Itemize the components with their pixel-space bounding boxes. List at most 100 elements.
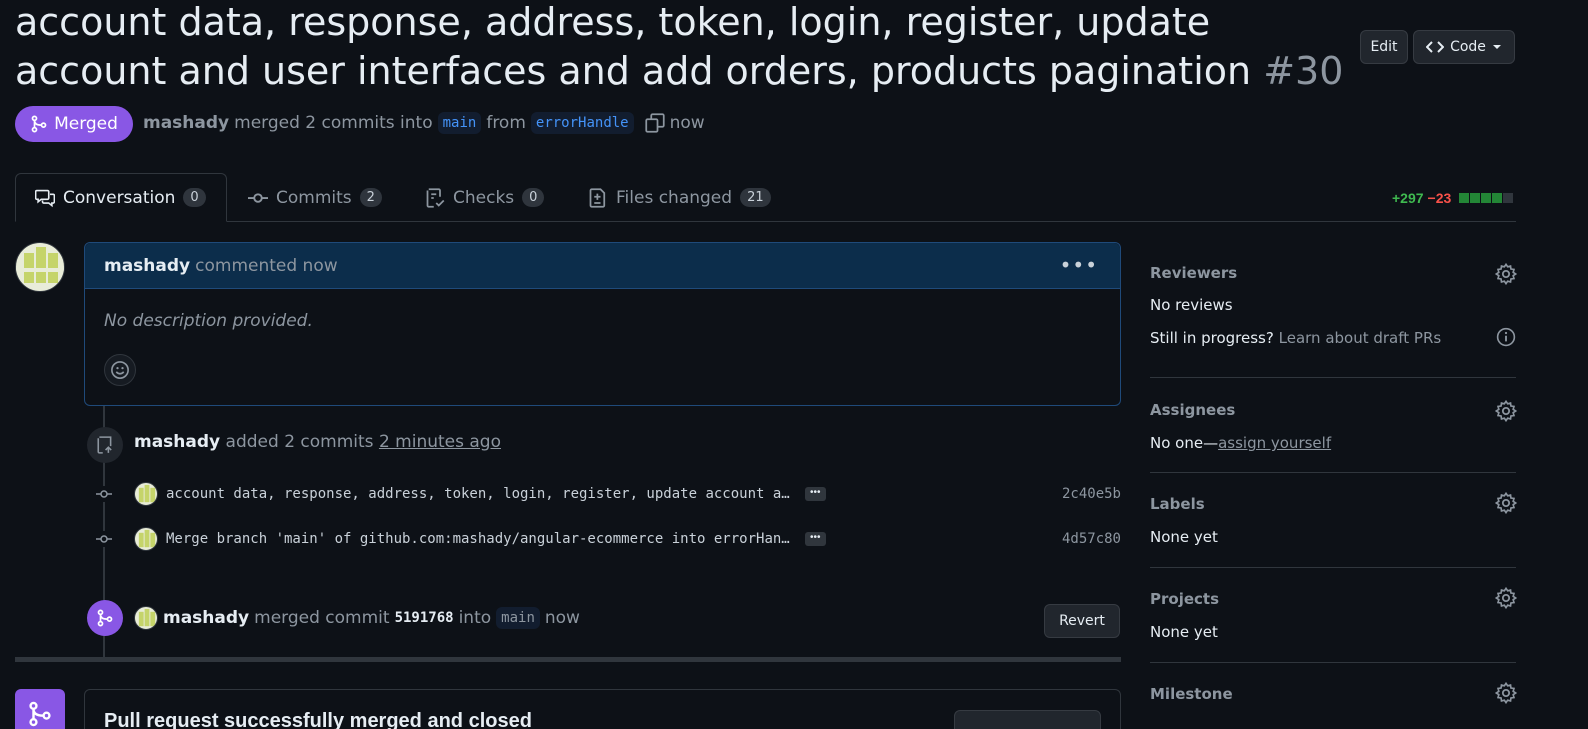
- expand-commit-button[interactable]: •••: [805, 487, 826, 501]
- edit-button-label: Edit: [1370, 39, 1398, 55]
- tab-files-changed-label: Files changed: [616, 187, 733, 208]
- code-button-label: Code: [1450, 39, 1486, 55]
- gear-icon[interactable]: [1495, 587, 1517, 609]
- merge-event-text: mashady merged commit 5191768 into main …: [134, 606, 580, 630]
- pr-title-text: account data, response, address, token, …: [15, 0, 1252, 93]
- pr-title: account data, response, address, token, …: [15, 0, 1345, 96]
- projects-value: None yet: [1150, 623, 1218, 641]
- sidebar-reviewers-title[interactable]: Reviewers: [1150, 264, 1516, 282]
- tab-checks-count: 0: [522, 188, 545, 207]
- file-diff-icon: [589, 187, 606, 208]
- sidebar-divider: [1150, 567, 1516, 568]
- diffstat: +297 −23: [1392, 190, 1514, 206]
- timeline-end-divider: [15, 657, 1121, 662]
- avatar[interactable]: [134, 527, 158, 551]
- sidebar-reviewers-value: No reviews: [1150, 296, 1233, 314]
- merge-into: into: [458, 608, 492, 628]
- tab-conversation-count: 0: [183, 188, 206, 207]
- sidebar-labels-title[interactable]: Labels: [1150, 495, 1516, 513]
- git-commit-icon: [96, 531, 112, 547]
- sidebar-projects: Projects None yet: [1150, 590, 1516, 641]
- merge-author[interactable]: mashady: [163, 608, 249, 628]
- diffstat-deletions: −23: [1427, 190, 1452, 206]
- info-icon[interactable]: [1496, 327, 1516, 347]
- git-commit-icon: [96, 486, 112, 502]
- author-link[interactable]: mashady: [143, 113, 229, 133]
- tab-files-changed-count: 21: [740, 188, 771, 207]
- sidebar-assignees-title[interactable]: Assignees: [1150, 401, 1516, 419]
- assign-yourself-link[interactable]: assign yourself: [1218, 434, 1331, 452]
- chevron-down-icon: [1492, 45, 1501, 49]
- head-branch[interactable]: errorHandle: [530, 112, 634, 134]
- assignees-value: No one—: [1150, 434, 1219, 452]
- base-branch[interactable]: main: [437, 112, 482, 134]
- comment-body: No description provided.: [104, 311, 313, 331]
- tab-files-changed[interactable]: Files changed 21: [569, 173, 790, 222]
- pr-time: now: [669, 113, 705, 133]
- comment-action: commented now: [195, 255, 338, 276]
- tab-checks[interactable]: Checks 0: [406, 173, 563, 222]
- sidebar-divider: [1150, 662, 1516, 663]
- checklist-icon: [426, 187, 445, 208]
- gear-icon[interactable]: [1495, 263, 1517, 285]
- add-reaction-button[interactable]: [104, 354, 136, 386]
- sidebar-milestone: Milestone: [1150, 685, 1516, 703]
- kebab-menu-icon[interactable]: •••: [1060, 253, 1098, 277]
- commit-sha[interactable]: 2c40e5b: [1062, 486, 1121, 502]
- tab-conversation-label: Conversation: [63, 187, 176, 208]
- edit-button[interactable]: Edit: [1360, 30, 1408, 64]
- merge-branch[interactable]: main: [496, 607, 540, 629]
- avatar[interactable]: [15, 242, 65, 292]
- sidebar-labels: Labels None yet: [1150, 495, 1516, 546]
- revert-button[interactable]: Revert: [1044, 604, 1120, 638]
- avatar[interactable]: [134, 606, 158, 630]
- push-event-text: mashady added 2 commits 2 minutes ago: [134, 432, 501, 452]
- merge-status-box: Pull request successfully merged and clo…: [84, 689, 1121, 729]
- sidebar-projects-title[interactable]: Projects: [1150, 590, 1516, 608]
- git-merge-icon: [31, 115, 47, 133]
- comment-header: mashady commented now •••: [85, 243, 1120, 289]
- commit-message[interactable]: Merge branch 'main' of github.com:mashad…: [166, 531, 791, 547]
- tab-checks-label: Checks: [453, 187, 515, 208]
- gear-icon[interactable]: [1495, 492, 1517, 514]
- tab-commits[interactable]: Commits 2: [229, 173, 401, 222]
- merge-commit-sha[interactable]: 5191768: [395, 610, 454, 626]
- push-time[interactable]: 2 minutes ago: [379, 432, 501, 452]
- tab-conversation[interactable]: Conversation 0: [15, 173, 227, 222]
- avatar[interactable]: [134, 482, 158, 506]
- sidebar-divider: [1150, 377, 1516, 378]
- draft-question: Still in progress?: [1150, 329, 1274, 347]
- gear-icon[interactable]: [1495, 400, 1517, 422]
- smiley-icon: [111, 361, 129, 379]
- merged-text: merged 2 commits into: [234, 113, 433, 133]
- commit-sha[interactable]: 4d57c80: [1062, 531, 1121, 547]
- comment-author[interactable]: mashady: [104, 256, 190, 276]
- git-merge-icon: [15, 689, 65, 729]
- code-button[interactable]: Code: [1413, 30, 1515, 64]
- git-merge-icon: [87, 600, 123, 636]
- revert-button-label: Revert: [1059, 613, 1105, 629]
- merge-text: merged commit: [254, 608, 390, 628]
- commit-row: Merge branch 'main' of github.com:mashad…: [96, 527, 1121, 551]
- merge-status-title: Pull request successfully merged and clo…: [104, 710, 532, 729]
- labels-value: None yet: [1150, 528, 1218, 546]
- draft-link[interactable]: Learn about draft PRs: [1279, 329, 1442, 347]
- commit-row: account data, response, address, token, …: [96, 482, 1121, 506]
- sidebar-divider: [1150, 472, 1516, 473]
- from-text: from: [486, 113, 526, 133]
- tab-commits-label: Commits: [276, 187, 352, 208]
- sidebar-assignees: Assignees No one—assign yourself: [1150, 401, 1516, 452]
- sidebar-milestone-title[interactable]: Milestone: [1150, 685, 1516, 703]
- repo-push-icon: [87, 427, 123, 463]
- push-text: added 2 commits: [225, 432, 374, 452]
- copy-icon[interactable]: [644, 113, 665, 133]
- pr-number: #30: [1263, 49, 1344, 93]
- gear-icon[interactable]: [1495, 682, 1517, 704]
- delete-branch-button[interactable]: [954, 710, 1101, 729]
- expand-commit-button[interactable]: •••: [805, 532, 826, 546]
- push-author[interactable]: mashady: [134, 432, 220, 452]
- commit-message[interactable]: account data, response, address, token, …: [166, 486, 791, 502]
- diffstat-additions: +297: [1392, 190, 1424, 206]
- pr-meta: mashady merged 2 commits into main from …: [143, 112, 705, 134]
- git-commit-icon: [248, 192, 268, 203]
